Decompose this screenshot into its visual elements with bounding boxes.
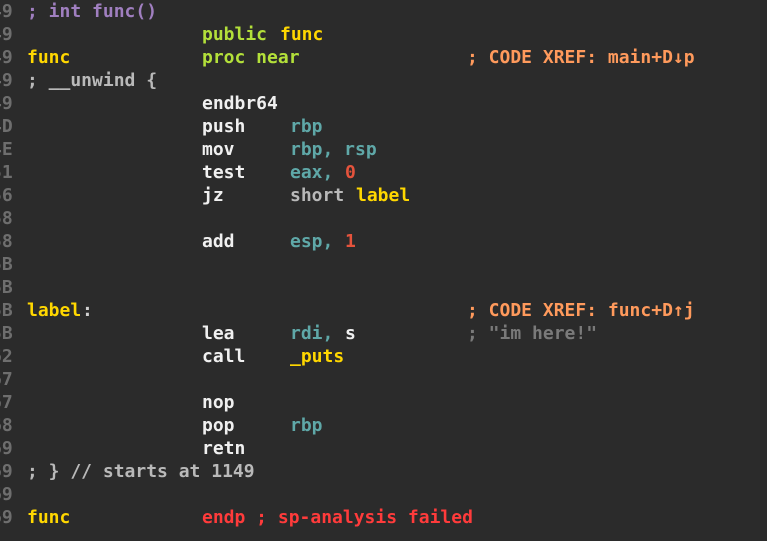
listing-line[interactable]: 5B xyxy=(0,276,43,299)
address: 68 xyxy=(0,415,13,436)
public-symbol[interactable]: func xyxy=(280,23,323,46)
code-label[interactable]: label xyxy=(27,299,81,322)
mnemonic: retn xyxy=(202,438,246,459)
code-xref-comment[interactable]: ; CODE XREF: main+D↓p xyxy=(467,46,695,69)
listing-line[interactable]: 58 xyxy=(0,207,43,230)
listing-line[interactable]: 69 retn xyxy=(0,437,245,460)
listing-line[interactable]: 67 xyxy=(0,368,43,391)
mnemonic: push xyxy=(202,116,246,137)
address: 58 xyxy=(0,208,13,229)
listing-line[interactable]: 58 add esp, 1 xyxy=(0,230,356,253)
address: 69 xyxy=(0,507,13,528)
listing-line[interactable]: 62 call _puts xyxy=(0,345,344,368)
listing-line[interactable]: 67 nop xyxy=(0,391,235,414)
listing-line[interactable]: 5B label : ; CODE XREF: func+D↑j xyxy=(0,299,695,322)
address: 4D xyxy=(0,116,13,137)
listing-line[interactable]: 49 public func xyxy=(0,23,323,46)
address: 67 xyxy=(0,369,13,390)
address: 58 xyxy=(0,231,13,252)
listing-line[interactable]: 4D push rbp xyxy=(0,115,323,138)
listing-line[interactable]: 69 ; } // starts at 1149 xyxy=(0,460,255,483)
mnemonic: call xyxy=(202,346,246,367)
register-operand[interactable]: rbp xyxy=(290,115,323,138)
address: 49 xyxy=(0,24,13,45)
address: 51 xyxy=(0,162,13,183)
listing-line[interactable]: 69 xyxy=(0,483,43,506)
mnemonic: add xyxy=(202,231,235,252)
listing-line[interactable]: 49 ; int func() xyxy=(0,0,157,23)
address: 67 xyxy=(0,392,13,413)
register-operand[interactable]: esp, xyxy=(290,230,333,253)
address: 49 xyxy=(0,1,13,22)
function-signature-comment: ; int func() xyxy=(27,1,158,22)
address: 69 xyxy=(0,484,13,505)
mnemonic: lea xyxy=(202,323,235,344)
label-colon: : xyxy=(82,300,93,321)
address: 5B xyxy=(0,300,13,321)
register-operand[interactable]: eax, xyxy=(290,161,333,184)
operand-modifier: short xyxy=(290,185,345,206)
string-symbol-operand[interactable]: s xyxy=(345,322,356,345)
function-label[interactable]: func xyxy=(27,46,70,69)
address: 62 xyxy=(0,346,13,367)
address: 5B xyxy=(0,323,13,344)
unwind-end-comment: ; } // starts at 1149 xyxy=(27,461,255,482)
disassembly-view[interactable]: 49 ; int func() 49 public func 49 func p… xyxy=(0,0,767,541)
listing-line[interactable]: 5B lea rdi, s ; "im here!" xyxy=(0,322,597,345)
directive-proc: proc near xyxy=(202,47,300,68)
address: 49 xyxy=(0,70,13,91)
function-label[interactable]: func xyxy=(27,506,70,529)
listing-line[interactable]: 56 jz short label xyxy=(0,184,410,207)
address: 49 xyxy=(0,93,13,114)
mnemonic: nop xyxy=(202,392,235,413)
address: 69 xyxy=(0,461,13,482)
address: 4E xyxy=(0,139,13,160)
register-operand[interactable]: rbp xyxy=(290,414,323,437)
unwind-comment: ; __unwind { xyxy=(27,70,158,91)
listing-line[interactable]: 49 ; __unwind { xyxy=(0,69,157,92)
address: 49 xyxy=(0,47,13,68)
directive-public: public xyxy=(202,24,268,45)
listing-line[interactable]: 49 func proc near ; CODE XREF: main+D↓p xyxy=(0,46,695,69)
listing-line[interactable]: 5B xyxy=(0,253,43,276)
code-xref-comment[interactable]: ; CODE XREF: func+D↑j xyxy=(467,299,695,322)
mnemonic: test xyxy=(202,162,246,183)
address: 69 xyxy=(0,438,13,459)
listing-line[interactable]: 51 test eax, 0 xyxy=(0,161,356,184)
mnemonic: endbr64 xyxy=(202,93,278,114)
immediate-operand: 0 xyxy=(345,162,356,183)
register-operand[interactable]: rbp, rsp xyxy=(290,138,377,161)
address: 5B xyxy=(0,277,13,298)
string-comment: ; "im here!" xyxy=(467,323,598,344)
call-target[interactable]: _puts xyxy=(290,345,344,368)
listing-line[interactable]: 4E mov rbp, rsp xyxy=(0,138,377,161)
immediate-operand: 1 xyxy=(345,231,356,252)
mnemonic: mov xyxy=(202,139,235,160)
listing-line[interactable]: 68 pop rbp xyxy=(0,414,323,437)
jump-target-label[interactable]: label xyxy=(356,184,410,207)
listing-line[interactable]: 69 func endp ; sp-analysis failed xyxy=(0,506,473,529)
address: 56 xyxy=(0,185,13,206)
endp-directive-error: endp ; sp-analysis failed xyxy=(202,507,473,528)
register-operand[interactable]: rdi, xyxy=(290,322,333,345)
listing-line[interactable]: 49 endbr64 xyxy=(0,92,278,115)
mnemonic: pop xyxy=(202,415,235,436)
mnemonic: jz xyxy=(202,185,224,206)
address: 5B xyxy=(0,254,13,275)
